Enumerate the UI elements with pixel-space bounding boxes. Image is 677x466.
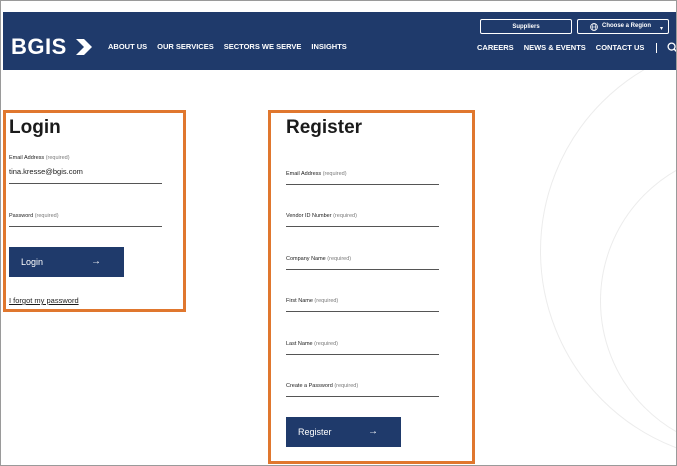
register-company-name-required: (required) <box>327 256 352 262</box>
register-password-label: Create a Password (required) <box>286 383 358 390</box>
register-email-label-text: Email Address <box>286 171 322 177</box>
login-panel-highlight <box>3 110 186 312</box>
register-password-required: (required) <box>334 383 359 389</box>
register-first-name-required: (required) <box>314 298 339 304</box>
decorative-arc <box>600 150 677 452</box>
register-first-name-label: First Name (required) <box>286 298 338 305</box>
login-button[interactable]: Login → <box>9 247 124 277</box>
register-last-name-label: Last Name (required) <box>286 341 338 348</box>
register-last-name-required: (required) <box>314 341 338 347</box>
register-password-input[interactable] <box>286 396 439 397</box>
register-vendor-id-label-text: Vendor ID Number <box>286 213 332 219</box>
suppliers-button[interactable]: Suppliers <box>480 19 572 34</box>
register-panel-highlight <box>268 110 475 464</box>
arrow-right-icon: → <box>91 256 101 267</box>
register-password-label-text: Create a Password <box>286 383 333 389</box>
arrow-right-icon: → <box>368 426 378 437</box>
login-email-label-text: Email Address <box>9 155 45 161</box>
nav-news-events[interactable]: NEWS & EVENTS <box>524 43 586 53</box>
search-icon[interactable] <box>667 42 677 53</box>
site-header: BGIS ABOUT US OUR SERVICES SECTORS WE SE… <box>3 12 677 70</box>
login-password-required: (required) <box>34 213 59 219</box>
primary-nav: ABOUT US OUR SERVICES SECTORS WE SERVE I… <box>108 42 357 52</box>
register-company-name-label: Company Name (required) <box>286 256 351 263</box>
nav-insights[interactable]: INSIGHTS <box>311 42 346 52</box>
choose-region-dropdown[interactable]: Choose a Region ▾ <box>577 19 669 34</box>
login-password-label: Password (required) <box>9 213 59 220</box>
login-email-input[interactable]: tina.kresse@bgis.com <box>9 167 83 176</box>
register-email-required: (required) <box>322 171 347 177</box>
register-vendor-id-label: Vendor ID Number (required) <box>286 213 357 220</box>
login-password-input[interactable] <box>9 226 162 227</box>
login-email-required: (required) <box>45 155 70 161</box>
caret-down-icon: ▾ <box>659 26 663 32</box>
register-last-name-input[interactable] <box>286 354 439 355</box>
nav-sectors-we-serve[interactable]: SECTORS WE SERVE <box>224 42 302 52</box>
logo-arrow-icon <box>76 39 92 55</box>
nav-our-services[interactable]: OUR SERVICES <box>157 42 214 52</box>
register-first-name-label-text: First Name <box>286 298 313 304</box>
register-last-name-label-text: Last Name <box>286 341 313 347</box>
register-button[interactable]: Register → <box>286 417 401 447</box>
login-email-label: Email Address (required) <box>9 155 70 162</box>
register-vendor-id-input[interactable] <box>286 226 439 227</box>
nav-about-us[interactable]: ABOUT US <box>108 42 147 52</box>
register-button-label: Register <box>298 427 332 437</box>
login-title: Login <box>9 117 61 138</box>
register-vendor-id-required: (required) <box>333 213 357 219</box>
nav-contact-us[interactable]: CONTACT US <box>596 43 645 53</box>
register-email-input[interactable] <box>286 184 439 185</box>
register-company-name-label-text: Company Name <box>286 256 326 262</box>
login-button-label: Login <box>21 257 44 267</box>
secondary-nav: CAREERS NEWS & EVENTS CONTACT US <box>477 42 677 53</box>
forgot-password-link[interactable]: I forgot my password <box>9 296 79 305</box>
page: BGIS ABOUT US OUR SERVICES SECTORS WE SE… <box>0 0 677 466</box>
nav-careers[interactable]: CAREERS <box>477 43 514 53</box>
register-email-label: Email Address (required) <box>286 171 347 178</box>
nav-divider <box>656 42 658 53</box>
login-password-label-text: Password <box>9 213 34 219</box>
bgis-logo[interactable]: BGIS <box>11 36 67 58</box>
decorative-arc <box>540 40 677 462</box>
register-title: Register <box>286 117 363 138</box>
login-email-underline <box>9 183 162 184</box>
register-first-name-input[interactable] <box>286 311 439 312</box>
globe-icon <box>590 22 598 31</box>
register-company-name-input[interactable] <box>286 269 439 270</box>
region-label: Choose a Region <box>602 23 652 29</box>
